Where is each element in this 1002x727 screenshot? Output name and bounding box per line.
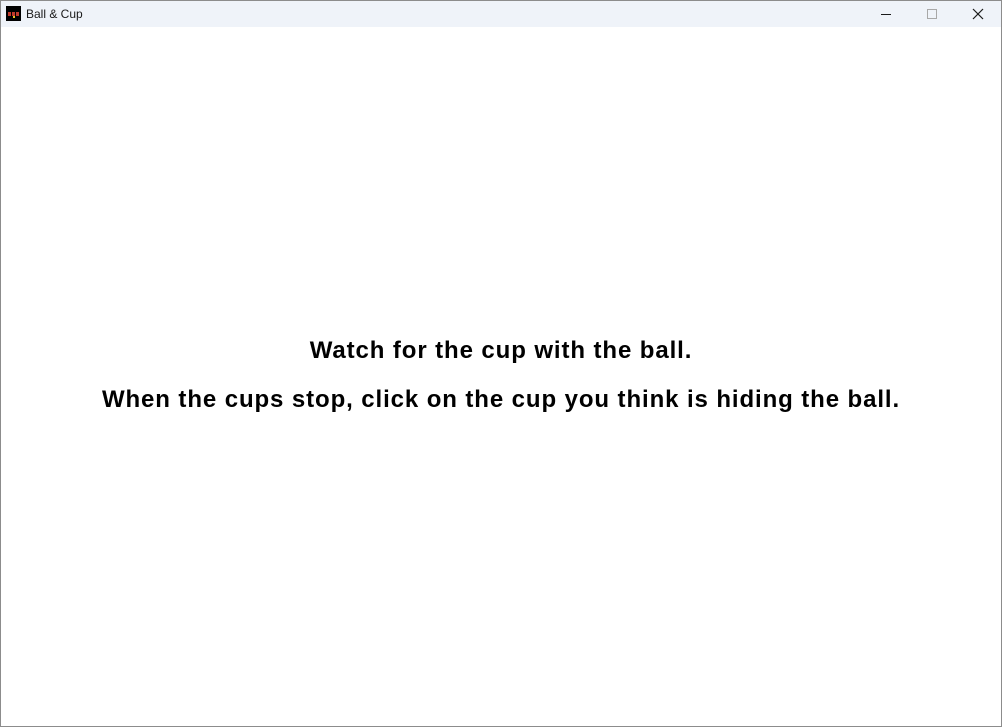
close-button[interactable]: [955, 1, 1001, 27]
app-icon: [6, 6, 21, 21]
window-title: Ball & Cup: [26, 7, 83, 21]
close-icon: [972, 8, 984, 20]
game-window: Ball & Cup Watch for the cup with the ba…: [0, 0, 1002, 727]
minimize-icon: [881, 14, 891, 15]
title-bar[interactable]: Ball & Cup: [1, 1, 1001, 27]
minimize-button[interactable]: [863, 1, 909, 27]
maximize-icon: [927, 9, 937, 19]
game-canvas[interactable]: Watch for the cup with the ball. When th…: [1, 27, 1001, 726]
instruction-click: When the cups stop, click on the cup you…: [101, 386, 901, 413]
maximize-button[interactable]: [909, 1, 955, 27]
instruction-watch: Watch for the cup with the ball.: [309, 337, 693, 364]
